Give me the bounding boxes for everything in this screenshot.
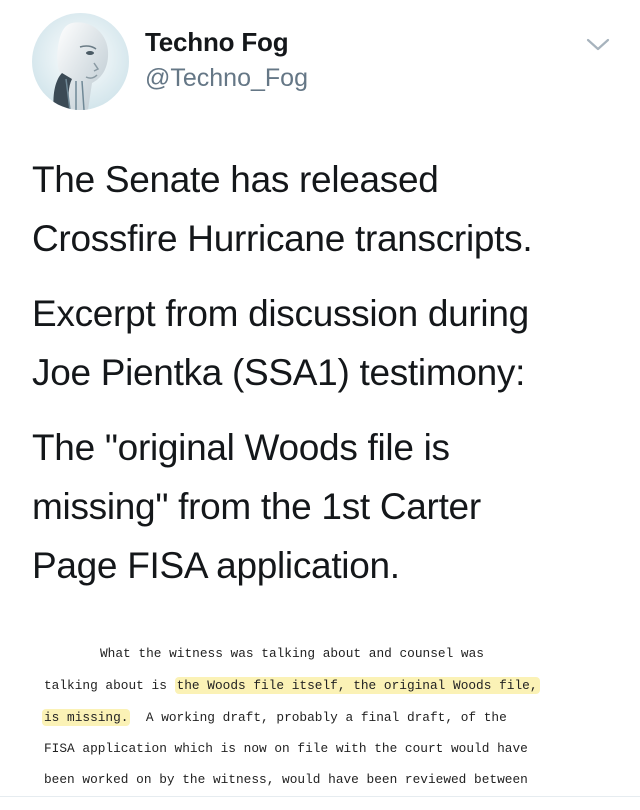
tweet-line: Page FISA application. bbox=[32, 545, 400, 586]
chevron-down-icon bbox=[586, 38, 610, 51]
author-name[interactable]: Techno Fog bbox=[145, 27, 289, 58]
transcript-text: talking about is bbox=[44, 678, 175, 693]
tweet-line: missing" from the 1st Carter bbox=[32, 486, 481, 527]
transcript-line: talking about is the Woods file itself, … bbox=[44, 677, 540, 694]
tweet-line: Excerpt from discussion during bbox=[32, 293, 529, 334]
tweet-paragraph: Excerpt from discussion during Joe Pient… bbox=[32, 284, 612, 402]
transcript-highlight: is missing. bbox=[42, 709, 131, 726]
author-handle[interactable]: @Techno_Fog bbox=[145, 64, 308, 93]
robot-avatar-icon bbox=[32, 13, 129, 110]
tweet-line: Crossfire Hurricane transcripts. bbox=[32, 218, 533, 259]
transcript-line: What the witness was talking about and c… bbox=[100, 646, 484, 661]
tweet-text: The Senate has released Crossfire Hurric… bbox=[32, 150, 612, 611]
transcript-text: A working draft, probably a final draft,… bbox=[130, 710, 507, 725]
tweet-line: The "original Woods file is bbox=[32, 427, 450, 468]
tweet-header: Techno Fog @Techno_Fog bbox=[0, 0, 640, 130]
transcript-line: FISA application which is now on file wi… bbox=[44, 741, 528, 756]
tweet-menu-button[interactable] bbox=[584, 30, 612, 58]
transcript-highlight: the Woods file itself, the original Wood… bbox=[174, 677, 540, 694]
avatar[interactable] bbox=[32, 13, 129, 110]
tweet-line: The Senate has released bbox=[32, 159, 439, 200]
transcript-line: is missing. A working draft, probably a … bbox=[42, 709, 507, 726]
tweet-line: Joe Pientka (SSA1) testimony: bbox=[32, 352, 526, 393]
attached-image-transcript[interactable]: What the witness was talking about and c… bbox=[0, 630, 640, 810]
divider bbox=[0, 796, 640, 797]
tweet-paragraph: The Senate has released Crossfire Hurric… bbox=[32, 150, 612, 268]
tweet-paragraph: The "original Woods file is missing" fro… bbox=[32, 418, 612, 595]
transcript-line: been worked on by the witness, would hav… bbox=[44, 772, 528, 787]
